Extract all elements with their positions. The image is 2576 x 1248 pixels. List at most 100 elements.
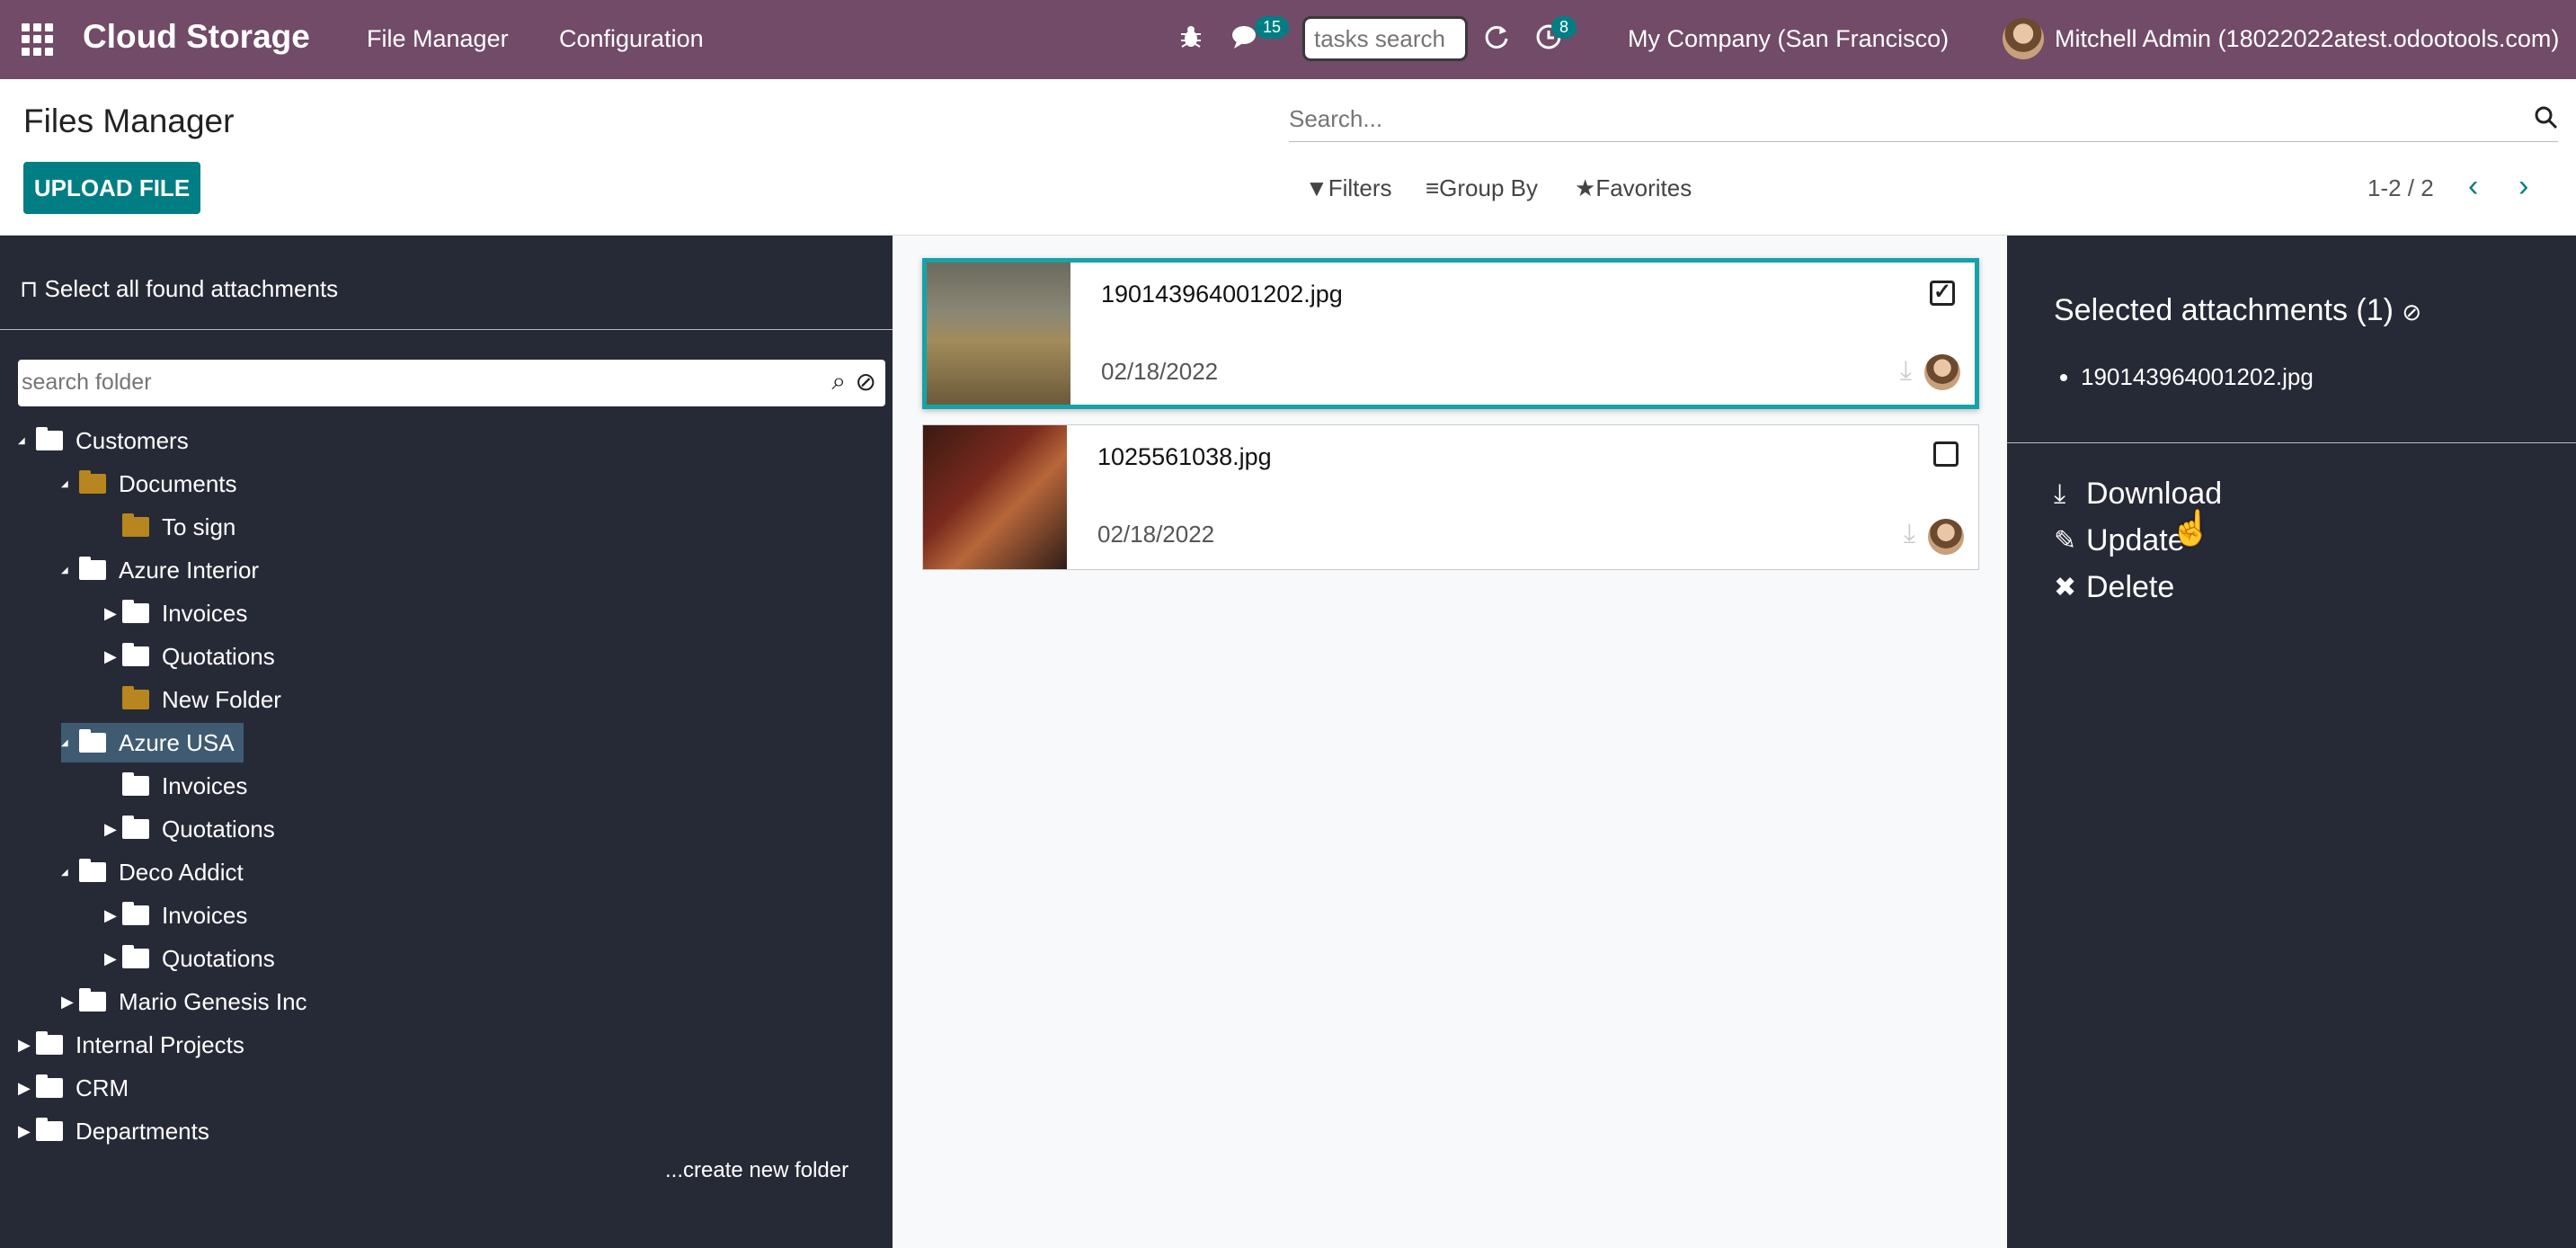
folder-icon	[122, 772, 149, 796]
owner-avatar	[1924, 354, 1960, 390]
tree-node[interactable]: ▶ Quotations	[104, 637, 275, 676]
caret-right-icon[interactable]: ▶	[18, 1036, 36, 1055]
download-button[interactable]: ⤓ Download	[2054, 477, 2222, 512]
list-item[interactable]: 190143964001202.jpg	[2081, 363, 2314, 391]
caret-down-icon[interactable]: ◢	[61, 738, 79, 748]
caret-right-icon[interactable]: ▶	[18, 1122, 36, 1141]
tree-node-label: Invoices	[162, 901, 248, 929]
upload-file-button[interactable]: UPLOAD FILE	[23, 162, 200, 214]
tree-node[interactable]: ◢ Customers	[18, 421, 189, 460]
folder-icon	[122, 513, 149, 537]
hand-cursor-icon: ☝	[2170, 510, 2213, 548]
tree-node[interactable]: ▶ Internal Projects	[18, 1025, 244, 1065]
folder-icon	[122, 902, 149, 925]
search-icon[interactable]: ⌕	[831, 367, 846, 397]
app-brand[interactable]: Cloud Storage	[83, 18, 310, 56]
tree-node-label: To sign	[162, 513, 236, 540]
tree-node[interactable]: ▶ Quotations	[104, 939, 275, 978]
company-switcher[interactable]: My Company (San Francisco)	[1628, 25, 1949, 53]
select-all-attachments[interactable]: ⊓ Select all found attachments	[20, 275, 338, 303]
attachment-thumbnail[interactable]	[923, 425, 1067, 569]
caret-right-icon[interactable]: ▶	[18, 1079, 36, 1098]
create-folder-link[interactable]: ...create new folder	[665, 1158, 848, 1183]
bug-icon[interactable]	[1179, 23, 1203, 58]
attachment-checkbox[interactable]	[1933, 441, 1959, 467]
pager-value[interactable]: 1-2 / 2	[2367, 174, 2434, 202]
attachment-name[interactable]: 190143964001202.jpg	[1101, 281, 1343, 308]
tree-node[interactable]: ◢ Documents	[61, 464, 237, 504]
search-input[interactable]	[1289, 97, 2511, 140]
tree-node[interactable]: ◢ Azure USA	[61, 723, 244, 762]
caret-right-icon[interactable]: ▶	[104, 820, 122, 839]
tree-node-label: Quotations	[162, 642, 275, 670]
refresh-icon[interactable]	[1483, 23, 1510, 58]
caret-down-icon[interactable]: ◢	[61, 868, 79, 878]
group-by-button[interactable]: ≡Group By	[1426, 174, 1538, 202]
tree-node[interactable]: New Folder	[104, 680, 281, 719]
attachment-thumbnail[interactable]	[927, 263, 1070, 405]
tree-node[interactable]: To sign	[104, 507, 235, 547]
user-menu[interactable]: Mitchell Admin (18022022atest.odootools.…	[2055, 25, 2559, 53]
menu-configuration[interactable]: Configuration	[559, 25, 704, 53]
caret-right-icon[interactable]: ▶	[61, 993, 79, 1012]
folder-search: ⌕ ⊘	[18, 360, 885, 406]
tree-node[interactable]: Invoices	[104, 766, 247, 806]
download-icon[interactable]: ⤓	[1900, 356, 1912, 387]
caret-down-icon[interactable]: ◢	[61, 479, 79, 489]
tree-node-label: Quotations	[162, 944, 275, 972]
filter-icon: ▼	[1305, 174, 1328, 201]
tree-node[interactable]: ▶ Quotations	[104, 809, 275, 849]
group-by-label: Group By	[1439, 174, 1538, 201]
control-panel: Files Manager UPLOAD FILE ▼Filters ≡Grou…	[0, 79, 2576, 236]
tasks-search-input[interactable]	[1302, 16, 1468, 61]
tree-node-label: Internal Projects	[76, 1030, 244, 1058]
filters-button[interactable]: ▼Filters	[1305, 174, 1392, 202]
attachment-card[interactable]: 190143964001202.jpg 02/18/2022 ✓ ⤓	[922, 258, 1979, 409]
caret-right-icon[interactable]: ▶	[104, 647, 122, 666]
tree-node[interactable]: ▶ Mario Genesis Inc	[61, 982, 307, 1021]
activities-badge: 8	[1551, 16, 1577, 39]
tree-node[interactable]: ◢ Deco Addict	[61, 852, 244, 892]
attachment-card[interactable]: 1025561038.jpg 02/18/2022 ⤓	[922, 424, 1979, 570]
caret-right-icon[interactable]: ▶	[104, 604, 122, 623]
caret-down-icon[interactable]: ◢	[61, 566, 79, 575]
download-icon[interactable]: ⤓	[1904, 519, 1915, 549]
search-icon[interactable]	[2535, 106, 2558, 136]
tree-node[interactable]: ▶ Invoices	[104, 593, 247, 633]
tree-node[interactable]: ▶ Invoices	[104, 896, 247, 935]
caret-down-icon[interactable]: ◢	[18, 436, 36, 446]
folder-icon	[122, 643, 149, 666]
clear-icon[interactable]: ⊘	[856, 367, 876, 397]
chevron-left-icon[interactable]: ‹	[2468, 169, 2478, 204]
caret-right-icon[interactable]: ▶	[104, 949, 122, 968]
folder-icon	[36, 1118, 63, 1141]
selection-panel: Selected attachments (1) ⊘ 1901439640012…	[2007, 236, 2576, 1248]
caret-right-icon[interactable]: ▶	[104, 906, 122, 925]
apps-icon[interactable]	[22, 23, 54, 56]
top-navbar: Cloud Storage File Manager Configuration…	[0, 0, 2576, 79]
update-button[interactable]: ✎ Update	[2054, 523, 2185, 558]
delete-button[interactable]: ✖ Delete	[2054, 570, 2174, 605]
menu-file-manager[interactable]: File Manager	[367, 25, 509, 53]
edit-icon: ✎	[2054, 526, 2077, 556]
favorites-button[interactable]: ★Favorites	[1575, 174, 1692, 202]
folder-icon	[79, 859, 106, 882]
folder-icon	[122, 945, 149, 968]
chevron-right-icon[interactable]: ›	[2518, 169, 2528, 204]
owner-avatar	[1928, 519, 1964, 555]
selected-heading-text: Selected attachments (1)	[2054, 293, 2394, 327]
select-all-label: Select all found attachments	[44, 275, 339, 302]
tree-node[interactable]: ▶ CRM	[18, 1068, 129, 1108]
folder-icon	[36, 1031, 63, 1055]
folder-search-input[interactable]	[18, 360, 791, 405]
tree-node[interactable]: ▶ Departments	[18, 1111, 209, 1151]
folder-icon	[122, 816, 149, 839]
close-icon: ✖	[2054, 573, 2077, 602]
tree-node-label: Deco Addict	[119, 858, 244, 886]
tree-node-label: New Folder	[162, 685, 281, 713]
clear-selection-icon[interactable]: ⊘	[2402, 299, 2421, 325]
tree-node[interactable]: ◢ Azure Interior	[61, 550, 259, 590]
attachment-name[interactable]: 1025561038.jpg	[1097, 443, 1272, 471]
attachment-checkbox[interactable]: ✓	[1930, 281, 1955, 306]
user-avatar[interactable]	[2003, 18, 2044, 59]
